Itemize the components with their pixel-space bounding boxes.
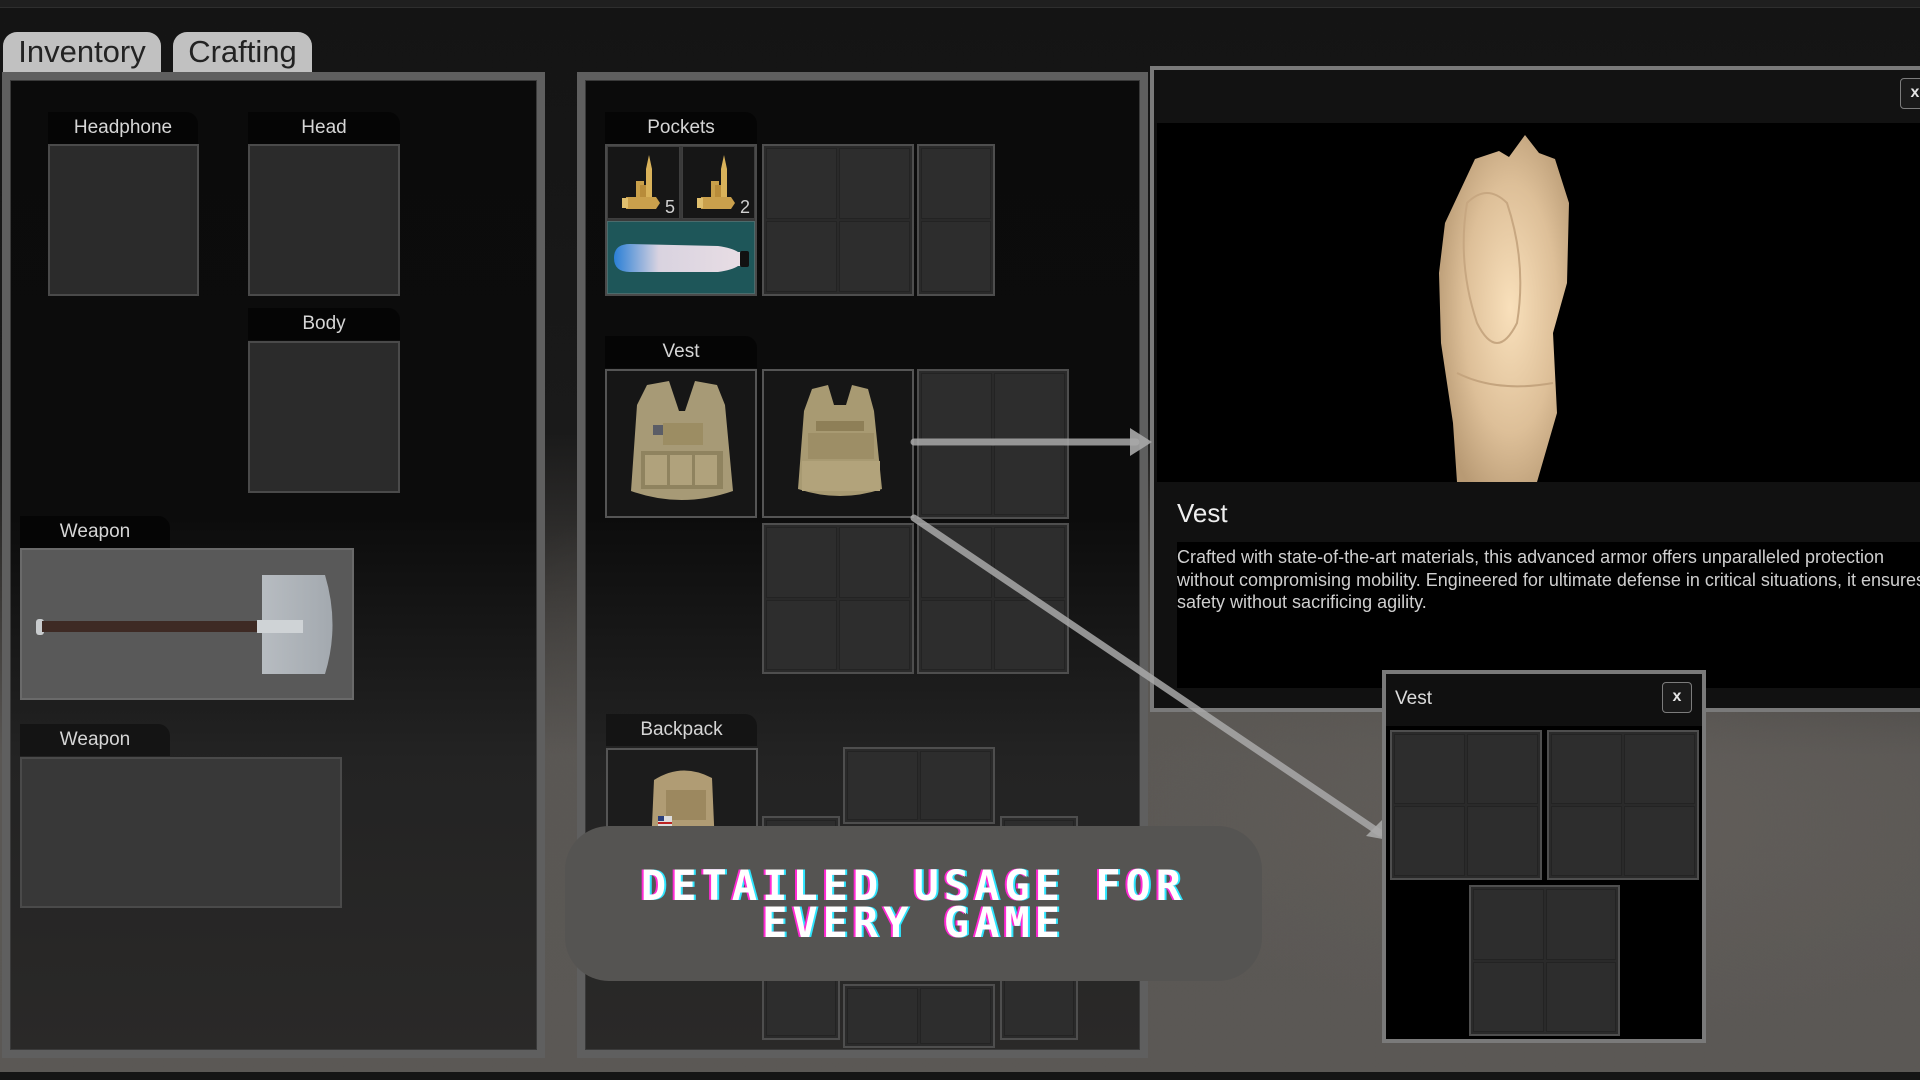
grid-cell[interactable] [847,988,918,1044]
backpack-storage-grid-bottom[interactable] [843,984,995,1048]
vest-model-icon [1439,135,1569,482]
head-slot[interactable] [248,144,400,296]
grid-cell[interactable] [921,373,992,443]
grid-cell[interactable] [1545,889,1616,960]
detail-close-button[interactable]: x [1900,78,1920,109]
popup-header[interactable] [1386,674,1702,726]
backpack-storage-grid-top[interactable] [843,747,995,824]
item-count: 5 [664,197,675,217]
grid-cell[interactable] [921,445,992,515]
grid-cell[interactable] [1394,734,1465,804]
water-bottle-icon [614,244,749,272]
vest-storage-grid-3[interactable] [917,523,1069,674]
popup-title: Vest [1395,688,1432,709]
grid-cell[interactable] [1467,734,1538,804]
banner-line-2: every game [762,897,1065,947]
popup-grid-2[interactable] [1547,730,1699,880]
vest-storage-grid-2[interactable] [762,523,914,674]
bottom-strip [0,1072,1920,1080]
tactical-vest-icon [631,381,733,500]
weapon-secondary-slot[interactable] [20,757,342,908]
headphone-slot[interactable] [48,144,199,296]
grid-cell[interactable] [1624,806,1695,876]
grid-cell[interactable] [766,527,837,598]
vest-slot[interactable] [605,369,757,518]
pockets-grid: 5 2 [605,144,757,296]
pocket-item-water-bottle[interactable] [607,221,755,294]
vest-stored-item[interactable] [762,369,914,518]
grid-cell[interactable] [766,599,837,670]
backpack-label: Backpack [606,714,757,746]
head-label: Head [248,112,400,144]
pockets-storage-grid-small[interactable] [917,144,995,296]
weapon-primary-label: Weapon [20,516,170,548]
grid-cell[interactable] [994,599,1065,670]
popup-grid-3[interactable] [1469,885,1620,1036]
pocket-item-ammo-1[interactable]: 5 [607,146,680,219]
pockets-storage-grid[interactable] [762,144,914,296]
grid-cell[interactable] [994,445,1065,515]
grid-cell[interactable] [1545,961,1616,1032]
grid-cell[interactable] [920,988,991,1044]
top-strip [0,0,1920,8]
vest-storage-grid-1[interactable] [917,369,1069,519]
grid-cell[interactable] [766,148,837,219]
grid-cell[interactable] [920,751,991,820]
shovel-icon [36,575,333,674]
grid-cell[interactable] [766,221,837,292]
item-detail-panel: x Vest Crafted with state-of-the-art mat… [1150,66,1920,712]
promo-banner: Detailed usage for every game [565,826,1262,981]
grid-cell[interactable] [1473,961,1544,1032]
grid-cell[interactable] [839,148,910,219]
weapon-primary-slot[interactable] [20,548,354,700]
grid-cell[interactable] [921,527,992,598]
grid-cell[interactable] [921,148,991,219]
detail-header [1154,70,1920,123]
weapon-secondary-label: Weapon [20,724,170,756]
vest-container-popup: Vest x [1382,670,1706,1043]
popup-grid-1[interactable] [1390,730,1542,880]
grid-cell[interactable] [1473,889,1544,960]
detail-item-title: Vest [1177,498,1228,528]
grid-cell[interactable] [921,221,991,292]
grid-cell[interactable] [1551,734,1622,804]
grid-cell[interactable] [1394,806,1465,876]
tactical-vest-icon [798,385,882,496]
popup-close-button[interactable]: x [1662,682,1692,713]
item-3d-preview[interactable] [1157,123,1920,482]
pocket-item-ammo-2[interactable]: 2 [682,146,755,219]
grid-cell[interactable] [1551,806,1622,876]
grid-cell[interactable] [1624,734,1695,804]
grid-cell[interactable] [839,527,910,598]
detail-item-description: Crafted with state-of-the-art materials,… [1177,542,1920,688]
vest-label: Vest [605,336,757,368]
grid-cell[interactable] [921,599,992,670]
body-label: Body [248,308,400,340]
grid-cell[interactable] [1467,806,1538,876]
headphone-label: Headphone [48,112,198,144]
grid-cell[interactable] [994,373,1065,443]
grid-cell[interactable] [847,751,918,820]
grid-cell[interactable] [839,599,910,670]
grid-cell[interactable] [994,527,1065,598]
tab-inventory[interactable]: Inventory [3,32,161,72]
grid-cell[interactable] [839,221,910,292]
item-count: 2 [739,197,750,217]
body-slot[interactable] [248,341,400,493]
pockets-label: Pockets [605,112,757,144]
tab-crafting[interactable]: Crafting [173,32,312,72]
